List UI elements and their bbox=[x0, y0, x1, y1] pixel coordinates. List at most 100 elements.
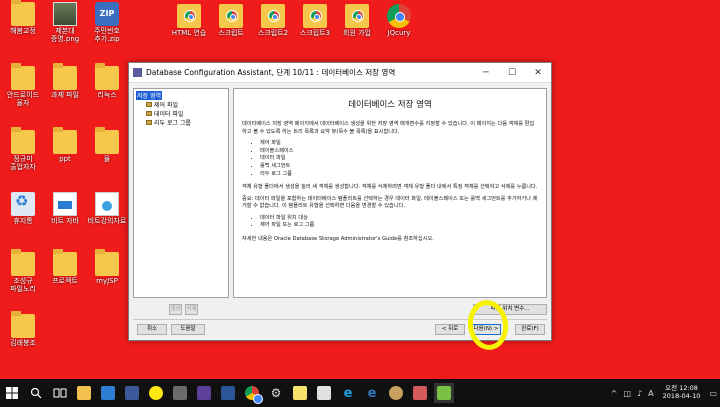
desktop-icon[interactable]: 정규미 출업자자 bbox=[0, 127, 46, 171]
chevron-up-icon[interactable]: ^ bbox=[611, 389, 618, 398]
help-button[interactable]: 도움말 bbox=[171, 324, 205, 335]
media-player-icon[interactable] bbox=[170, 383, 190, 403]
paint-icon[interactable] bbox=[314, 383, 334, 403]
folder-icon bbox=[95, 127, 119, 154]
desktop-icon[interactable]: 과제 파일 bbox=[42, 63, 88, 100]
windows-logo-icon[interactable] bbox=[2, 383, 22, 403]
desktop-icon[interactable]: 물 bbox=[84, 127, 130, 164]
desktop-icon-label: 주민번호 추가.zip bbox=[94, 27, 120, 43]
tree-item-label: 데이터 파일 bbox=[154, 111, 184, 118]
window-title: Database Configuration Assistant, 단계 10/… bbox=[146, 68, 396, 77]
cancel-button[interactable]: 취소 bbox=[137, 324, 167, 335]
desktop-icon[interactable]: HTML 연습 bbox=[166, 4, 212, 38]
desktop-icon[interactable]: 스크립트 bbox=[208, 4, 254, 38]
create-button[interactable]: 생성 bbox=[169, 304, 182, 315]
chrome-shortcut-icon bbox=[219, 4, 243, 28]
delete-button[interactable]: 삭제 bbox=[185, 304, 198, 315]
desktop-icon[interactable]: myJSP bbox=[84, 249, 130, 286]
list-item: 제어 파일 bbox=[260, 140, 538, 148]
tree-item-control-files[interactable]: 제어 파일 bbox=[136, 100, 226, 109]
desktop-icon[interactable]: 프로젝트 bbox=[42, 249, 88, 286]
folder-icon bbox=[11, 127, 35, 154]
desktop-icon[interactable]: JQcury bbox=[376, 4, 422, 38]
list-item: 제어 파일 또는 로그 그룹 bbox=[260, 222, 538, 230]
desktop-icon[interactable]: 스크립트2 bbox=[250, 4, 296, 38]
chrome-icon[interactable] bbox=[242, 383, 263, 404]
task-view-icon[interactable] bbox=[50, 383, 70, 403]
taskbar: ⚙ e e ^ ◫ ♪ A 오전 12:08 2018-04-10 ▭ bbox=[0, 379, 720, 407]
kakaotalk-icon[interactable] bbox=[146, 383, 166, 403]
desktop-icon[interactable]: 리눅스 bbox=[84, 63, 130, 100]
search-icon[interactable] bbox=[26, 383, 46, 403]
content-paragraph: 중요: 데이터 파일을 포함하는 데이터베이스 템플리트를 선택하는 경우 데이… bbox=[242, 195, 538, 210]
list-item: 테이블스페이스 bbox=[260, 148, 538, 156]
desktop-icon[interactable]: 회원 가입 bbox=[334, 4, 380, 38]
list-item: 롤백 세그먼트 bbox=[260, 163, 538, 171]
desktop-icon[interactable]: 안드로이드 율자 bbox=[0, 63, 46, 107]
folder-icon bbox=[11, 249, 35, 276]
volume-icon[interactable]: ♪ bbox=[637, 389, 642, 398]
desktop-icon[interactable]: 해봄교정 bbox=[0, 0, 46, 36]
recycle-bin-icon bbox=[11, 192, 35, 216]
folder-icon bbox=[146, 111, 152, 116]
chrome-icon bbox=[387, 4, 411, 28]
ime-indicator[interactable]: A bbox=[648, 389, 653, 398]
title-bar[interactable]: Database Configuration Assistant, 단계 10/… bbox=[129, 63, 551, 83]
folder-icon bbox=[11, 63, 35, 90]
desktop-icon-label: 김래봉조 bbox=[10, 339, 36, 347]
back-button[interactable]: < 뒤로 bbox=[435, 324, 465, 335]
tree-item-label: 제어 파일 bbox=[154, 102, 178, 109]
maximize-button[interactable]: ☐ bbox=[499, 63, 525, 83]
object-list: 제어 파일 테이블스페이스 데이터 파일 롤백 세그먼트 리두 로그 그룹 bbox=[260, 140, 538, 178]
tree-item-data-files[interactable]: 데이터 파일 bbox=[136, 109, 226, 118]
edge-icon[interactable]: e bbox=[362, 383, 382, 403]
document-icon bbox=[53, 192, 77, 216]
folder-icon bbox=[95, 249, 119, 276]
tree-item-storage[interactable]: 저장 영역 bbox=[136, 91, 226, 100]
desktop-icon-label: JQcury bbox=[387, 29, 411, 37]
internet-explorer-icon[interactable]: e bbox=[338, 383, 358, 403]
desktop-icon[interactable]: 비트강의자료 bbox=[84, 192, 130, 226]
folder-icon bbox=[11, 0, 35, 26]
network-icon[interactable]: ◫ bbox=[624, 389, 632, 398]
notification-icon[interactable]: ▭ bbox=[709, 389, 717, 398]
shell-icon[interactable] bbox=[386, 383, 406, 403]
desktop-icon-label: 안드로이드 율자 bbox=[6, 91, 40, 107]
folder-icon bbox=[53, 127, 77, 154]
store-icon[interactable] bbox=[98, 383, 118, 403]
desktop-icon-label: 물 bbox=[103, 155, 111, 163]
clock-date: 2018-04-10 bbox=[662, 392, 701, 400]
desktop-icon[interactable]: 스크립트3 bbox=[292, 4, 338, 38]
close-button[interactable]: ✕ bbox=[525, 63, 551, 83]
desktop-icon-label: 휴지통 bbox=[13, 217, 33, 225]
desktop-icon[interactable]: 조성규 파일노리 bbox=[0, 249, 46, 293]
clock[interactable]: 오전 12:08 2018-04-10 bbox=[657, 384, 707, 401]
document-icon bbox=[95, 192, 119, 216]
desktop-icon[interactable]: 김래봉조 bbox=[0, 311, 46, 348]
calendar-icon[interactable] bbox=[122, 383, 142, 403]
folder-icon bbox=[11, 311, 35, 338]
dev-app-icon[interactable] bbox=[434, 383, 454, 403]
desktop-icon[interactable]: ZIP 주민번호 추가.zip bbox=[84, 2, 130, 43]
tree-item-redo-log-groups[interactable]: 리두 로그 그룹 bbox=[136, 118, 226, 127]
desktop-icon-label: 스크립트 bbox=[218, 29, 244, 37]
desktop-icon-label: myJSP bbox=[96, 277, 118, 285]
sticky-notes-icon[interactable] bbox=[290, 383, 310, 403]
desktop-icon[interactable]: 비트 자바 bbox=[42, 192, 88, 226]
finish-button[interactable]: 완료(F) bbox=[515, 324, 545, 335]
desktop-icon[interactable]: 휴지통 bbox=[0, 192, 46, 226]
desktop-icon[interactable]: ppt bbox=[42, 127, 88, 164]
word-icon[interactable] bbox=[218, 383, 238, 403]
desktop-icon[interactable]: 제본대 증명.png bbox=[42, 2, 88, 43]
ae-app-icon[interactable] bbox=[194, 383, 214, 403]
ribbon-icon[interactable] bbox=[410, 383, 430, 403]
settings-icon[interactable]: ⚙ bbox=[266, 383, 286, 403]
desktop-icon-label: 스크립트3 bbox=[299, 29, 331, 37]
file-explorer-icon[interactable] bbox=[74, 383, 94, 403]
content-paragraph: 객체 유형 폴더에서 생성을 눌러 새 객체를 생성합니다. 객체를 삭제하려면… bbox=[242, 184, 538, 191]
folder-icon bbox=[53, 63, 77, 90]
folder-icon bbox=[146, 120, 152, 125]
minimize-button[interactable]: ─ bbox=[473, 63, 499, 83]
desktop-icon-label: 해봄교정 bbox=[10, 27, 36, 35]
desktop-icon-label: 조성규 파일노리 bbox=[10, 277, 36, 293]
